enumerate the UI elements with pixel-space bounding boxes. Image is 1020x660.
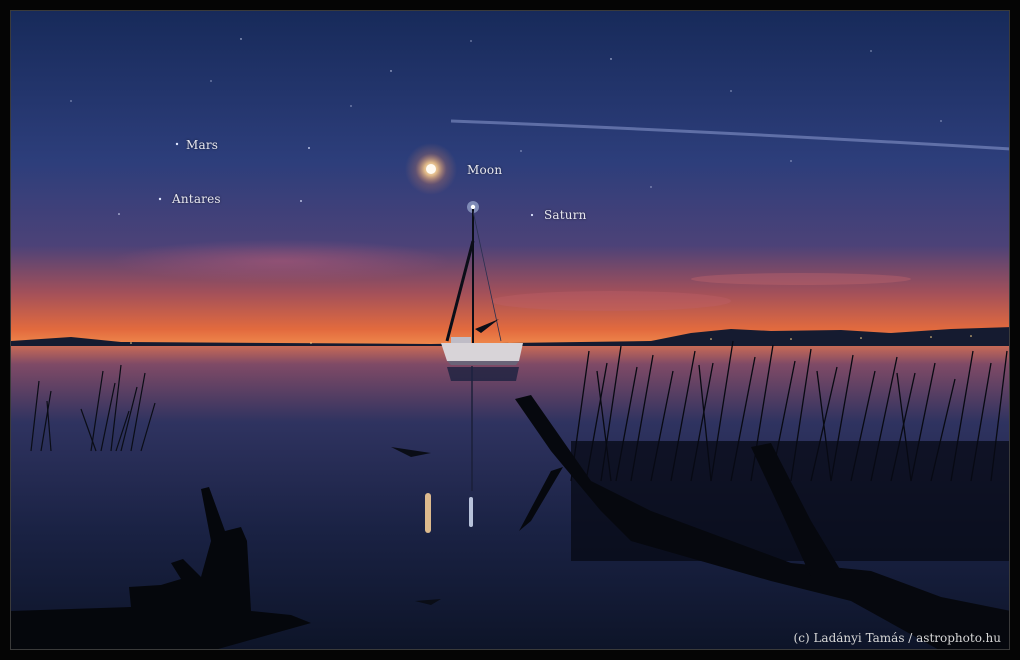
mast-light [470,204,476,210]
cloud [491,291,731,311]
star-saturn [530,213,534,217]
photo-credit: (c) Ladányi Tamás / astrophoto.hu [793,631,1001,645]
star-antares [158,197,162,201]
mast-light-reflection [469,497,473,527]
label-moon: Moon [467,163,503,177]
label-mars: Mars [186,138,219,152]
cloud [691,273,911,285]
label-saturn: Saturn [544,208,587,222]
star-mars [175,142,179,146]
moon [426,164,436,174]
photo-frame: Mars Antares Moon Saturn (c) Ladányi Tam… [0,0,1020,660]
scene-canvas [11,11,1009,649]
moon-reflection [425,493,431,533]
cloud [111,239,451,283]
label-antares: Antares [172,192,221,206]
night-lake-photo: Mars Antares Moon Saturn (c) Ladányi Tam… [10,10,1010,650]
